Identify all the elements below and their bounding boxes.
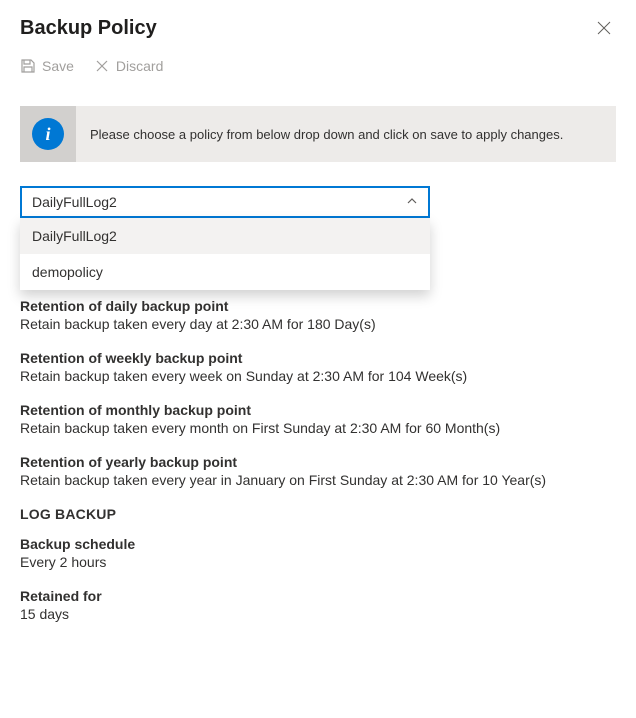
close-button[interactable] xyxy=(588,12,620,44)
save-label: Save xyxy=(42,58,74,74)
policy-dropdown[interactable]: DailyFullLog2 xyxy=(20,186,430,218)
weekly-retention-body: Retain backup taken every week on Sunday… xyxy=(20,368,616,384)
policy-dropdown-value: DailyFullLog2 xyxy=(32,194,117,210)
page-title: Backup Policy xyxy=(20,17,157,40)
dropdown-option-demopolicy[interactable]: demopolicy xyxy=(20,254,430,290)
chevron-up-icon xyxy=(406,194,418,210)
policy-dropdown-wrapper: DailyFullLog2 DailyFullLog2 demopolicy xyxy=(20,186,430,218)
log-retained-title: Retained for xyxy=(20,588,616,604)
daily-retention-section: Retention of daily backup point Retain b… xyxy=(20,298,616,332)
daily-retention-title: Retention of daily backup point xyxy=(20,298,616,314)
yearly-retention-body: Retain backup taken every year in Januar… xyxy=(20,472,616,488)
dropdown-option-dailyfulllog2[interactable]: DailyFullLog2 xyxy=(20,218,430,254)
discard-label: Discard xyxy=(116,58,163,74)
monthly-retention-title: Retention of monthly backup point xyxy=(20,402,616,418)
info-icon: i xyxy=(32,118,64,150)
info-icon-container: i xyxy=(20,106,76,162)
weekly-retention-title: Retention of weekly backup point xyxy=(20,350,616,366)
save-icon xyxy=(20,58,36,74)
monthly-retention-section: Retention of monthly backup point Retain… xyxy=(20,402,616,436)
log-schedule-section: Backup schedule Every 2 hours xyxy=(20,536,616,570)
log-schedule-title: Backup schedule xyxy=(20,536,616,552)
log-retained-section: Retained for 15 days xyxy=(20,588,616,622)
log-backup-heading: LOG BACKUP xyxy=(20,506,616,522)
backup-policy-panel: Backup Policy Save Discard i xyxy=(0,0,636,718)
monthly-retention-body: Retain backup taken every month on First… xyxy=(20,420,616,436)
info-banner: i Please choose a policy from below drop… xyxy=(20,106,616,162)
daily-retention-body: Retain backup taken every day at 2:30 AM… xyxy=(20,316,616,332)
yearly-retention-title: Retention of yearly backup point xyxy=(20,454,616,470)
log-retained-body: 15 days xyxy=(20,606,616,622)
policy-dropdown-menu: DailyFullLog2 demopolicy xyxy=(20,218,430,290)
log-schedule-body: Every 2 hours xyxy=(20,554,616,570)
discard-icon xyxy=(94,58,110,74)
weekly-retention-section: Retention of weekly backup point Retain … xyxy=(20,350,616,384)
toolbar: Save Discard xyxy=(0,52,636,86)
panel-header: Backup Policy xyxy=(0,0,636,52)
discard-button[interactable]: Discard xyxy=(94,58,163,74)
close-icon xyxy=(597,21,611,35)
content-area: i Please choose a policy from below drop… xyxy=(0,86,636,718)
yearly-retention-section: Retention of yearly backup point Retain … xyxy=(20,454,616,488)
info-banner-text: Please choose a policy from below drop d… xyxy=(76,127,577,142)
save-button[interactable]: Save xyxy=(20,58,74,74)
